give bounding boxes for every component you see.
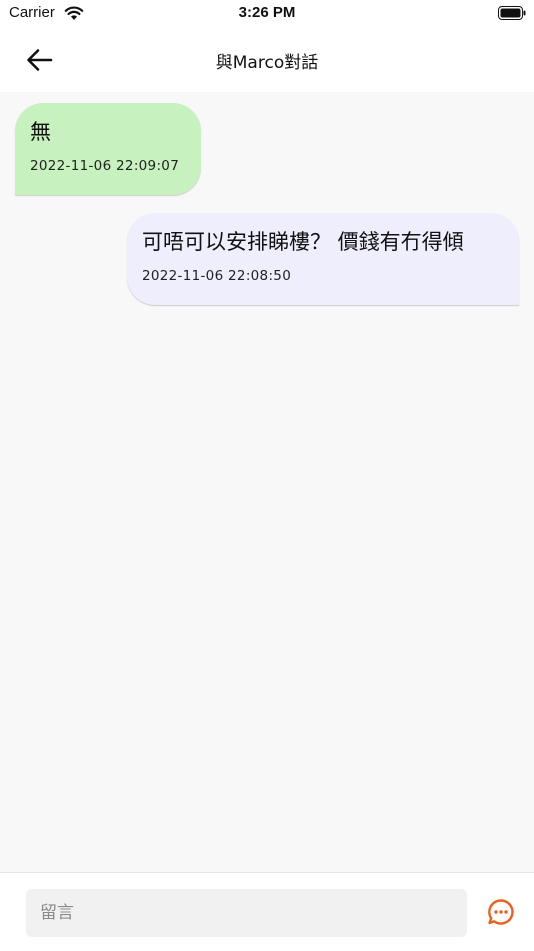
send-button[interactable]: [486, 897, 516, 927]
page-title: 與Marco對話: [215, 53, 319, 73]
message-timestamp: 2022-11-06 22:08:50: [142, 268, 292, 284]
message-list[interactable]: 無 2022-11-06 22:09:07 可唔可以安排睇樓？ 價錢有冇得傾 2…: [0, 92, 534, 872]
message-text: 無: [30, 120, 51, 144]
message-text: 可唔可以安排睇樓？ 價錢有冇得傾: [142, 230, 464, 254]
message-bubble-sent[interactable]: 可唔可以安排睇樓？ 價錢有冇得傾 2022-11-06 22:08:50: [127, 213, 519, 305]
message-bubble-received[interactable]: 無 2022-11-06 22:09:07: [15, 103, 201, 195]
navigation-bar: 與Marco對話: [0, 28, 534, 92]
status-bar: Carrier 3:26 PM: [0, 0, 534, 28]
chat-bubble-icon: [488, 899, 514, 925]
composer-bar: [0, 872, 534, 951]
status-time: 3:26 PM: [238, 4, 296, 21]
battery-icon: [498, 6, 526, 20]
message-input[interactable]: [26, 889, 467, 937]
message-timestamp: 2022-11-06 22:09:07: [30, 158, 180, 174]
